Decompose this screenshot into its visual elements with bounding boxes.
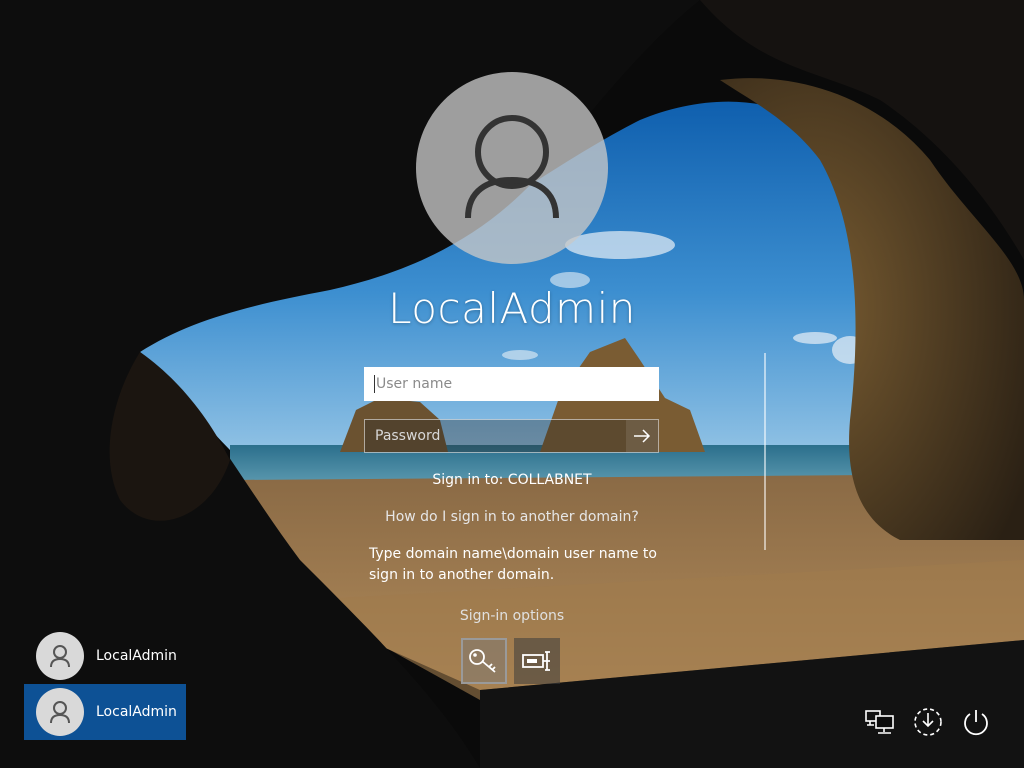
user-display-name: LocalAdmin — [388, 284, 636, 333]
signin-target-text: Sign in to: COLLABNET — [432, 472, 592, 488]
username-input[interactable] — [366, 369, 657, 399]
submit-button[interactable] — [626, 420, 658, 452]
arrow-right-icon — [634, 429, 651, 443]
password-field-container — [364, 419, 659, 453]
text-cursor — [374, 375, 375, 393]
power-icon — [964, 710, 988, 736]
user-icon — [50, 645, 70, 668]
other-domain-link[interactable]: How do I sign in to another domain? — [312, 509, 712, 525]
ease-of-access-button[interactable] — [910, 704, 946, 740]
smart-card-option-button[interactable] — [514, 638, 560, 684]
key-icon — [469, 649, 496, 673]
user-silhouette-icon — [465, 115, 559, 219]
password-input[interactable] — [365, 420, 627, 452]
network-icon — [865, 710, 894, 734]
password-option-button[interactable] — [461, 638, 507, 684]
user-tile-selected[interactable]: LocalAdmin — [24, 684, 186, 740]
ease-of-access-icon — [914, 708, 942, 736]
user-avatar — [416, 72, 608, 264]
user-tile-name: LocalAdmin — [96, 704, 177, 720]
smart-card-icon — [522, 651, 550, 671]
vertical-divider — [764, 353, 766, 550]
domain-help-text: Type domain name\domain user name to sig… — [369, 546, 657, 583]
user-icon — [50, 701, 70, 724]
signin-options-label: Sign-in options — [459, 608, 565, 624]
user-tile-avatar — [36, 688, 84, 736]
power-button[interactable] — [958, 704, 994, 740]
user-tile-avatar — [36, 632, 84, 680]
username-field-container — [364, 367, 659, 401]
user-tile[interactable]: LocalAdmin — [24, 628, 186, 684]
user-tile-name: LocalAdmin — [96, 648, 177, 664]
network-button[interactable] — [862, 704, 898, 740]
